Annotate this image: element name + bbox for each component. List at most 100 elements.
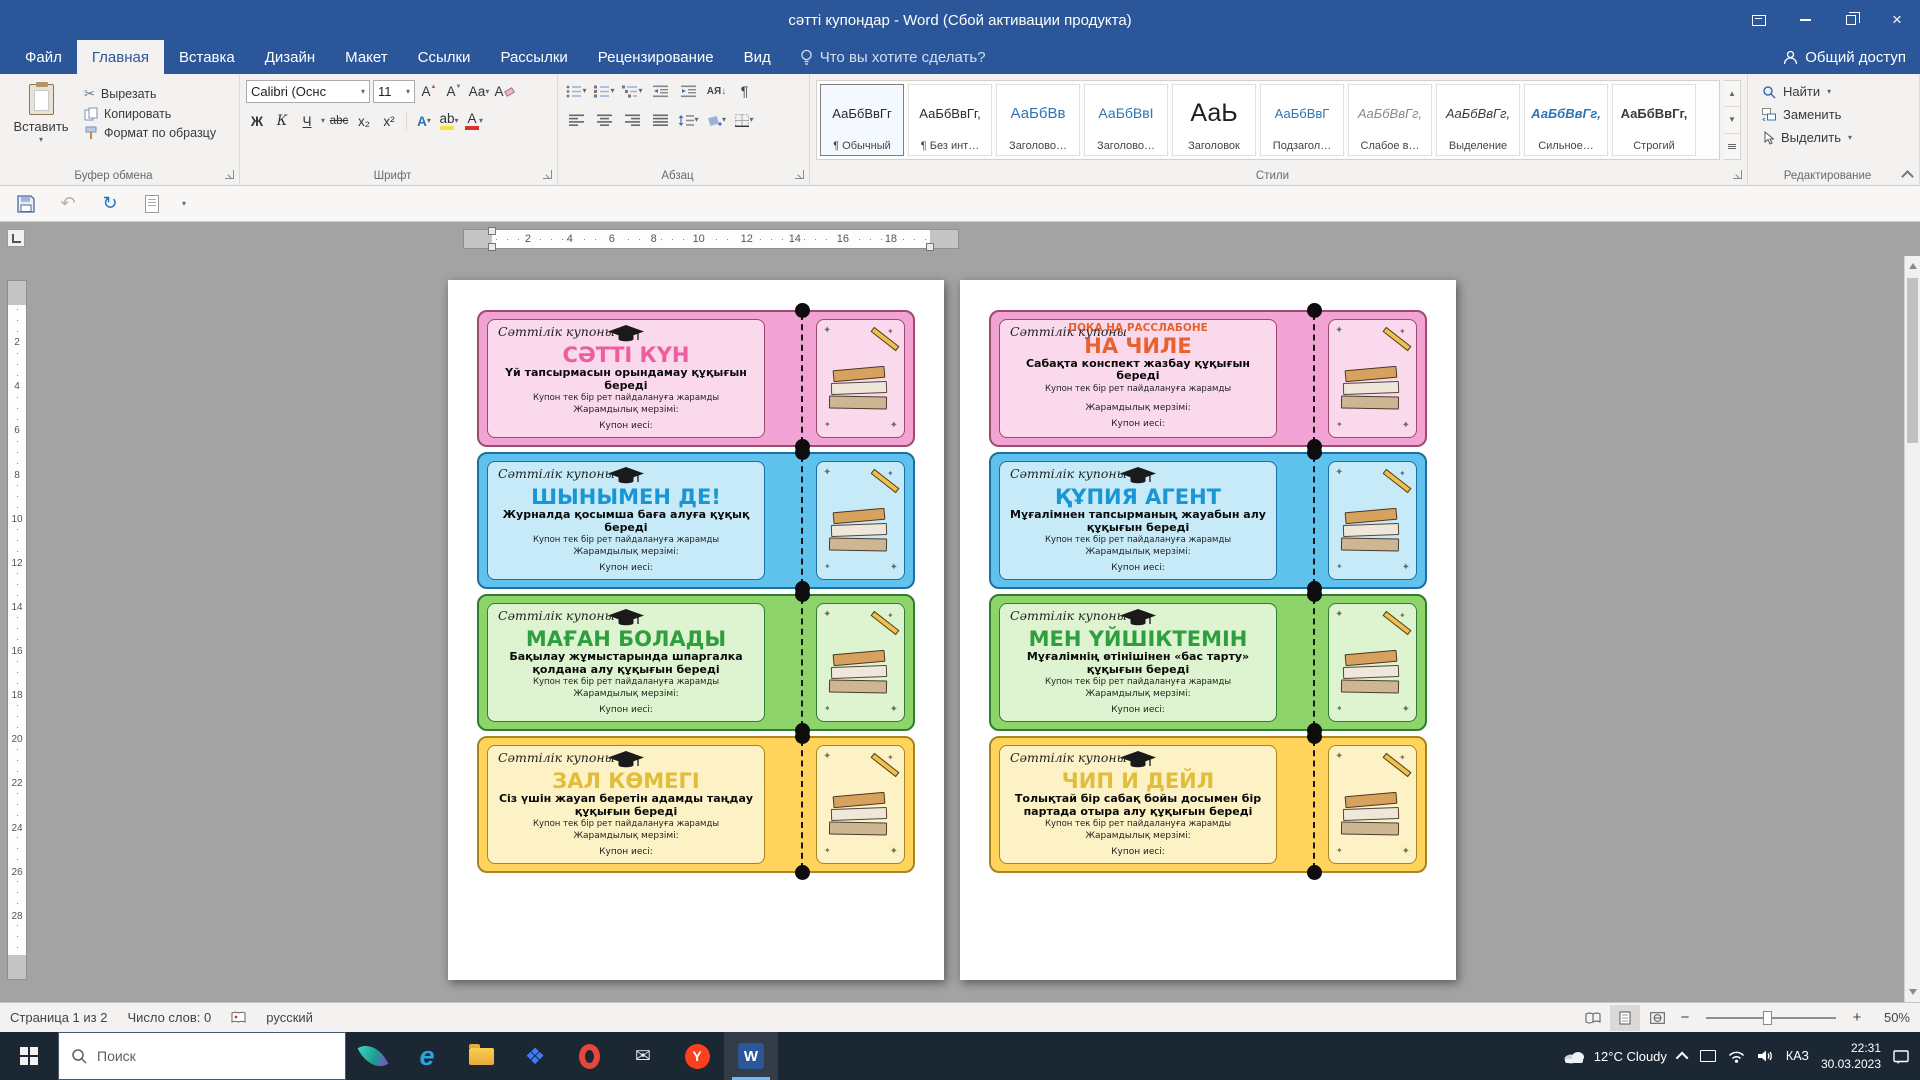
style-item-3[interactable]: АаБбВвІЗаголово… (1084, 84, 1168, 156)
paste-dropdown-icon[interactable] (39, 136, 43, 144)
taskbar-mail[interactable] (616, 1032, 670, 1080)
replace-button[interactable]: Заменить (1754, 103, 1913, 126)
italic-button[interactable]: К (271, 110, 293, 132)
clock[interactable]: 22:31 30.03.2023 (1821, 1040, 1881, 1072)
paragraph-dialog-launcher-icon[interactable] (795, 170, 804, 179)
justify-button[interactable] (648, 109, 673, 131)
tell-me-box[interactable]: Что вы хотите сделать? (800, 40, 986, 74)
style-item-9[interactable]: АаБбВвГг,Строгий (1612, 84, 1696, 156)
zoom-slider[interactable] (1706, 1017, 1836, 1019)
bold-button[interactable]: Ж (246, 110, 268, 132)
scroll-up-icon[interactable] (1909, 263, 1917, 269)
numbering-button[interactable] (592, 80, 617, 102)
tab-references[interactable]: Ссылки (403, 40, 486, 74)
font-size-combo[interactable]: 11 (373, 80, 415, 103)
taskbar-file-explorer[interactable] (454, 1032, 508, 1080)
bullets-button[interactable] (564, 80, 589, 102)
grow-font-button[interactable]: А (418, 81, 440, 103)
find-button[interactable]: Найти (1754, 80, 1913, 103)
style-item-2[interactable]: АаБбВвЗаголово… (996, 84, 1080, 156)
zoom-slider-thumb[interactable] (1763, 1011, 1772, 1025)
styles-dialog-launcher-icon[interactable] (1733, 170, 1742, 179)
increase-indent-button[interactable] (676, 80, 701, 102)
align-left-button[interactable] (564, 109, 589, 131)
right-indent-marker[interactable] (926, 243, 934, 251)
select-button[interactable]: Выделить (1754, 126, 1913, 149)
styles-more-icon[interactable] (1724, 134, 1740, 159)
vertical-scrollbar[interactable] (1904, 256, 1920, 1002)
line-spacing-button[interactable] (676, 109, 701, 131)
zoom-level[interactable]: 50% (1870, 1010, 1910, 1025)
taskbar-opera[interactable] (562, 1032, 616, 1080)
start-button[interactable] (0, 1032, 58, 1080)
font-color-button[interactable]: А (463, 110, 485, 132)
style-item-5[interactable]: АаБбВвГПодзагол… (1260, 84, 1344, 156)
minimize-button[interactable] (1782, 0, 1828, 40)
superscript-button[interactable]: x² (378, 110, 400, 132)
style-item-4[interactable]: АаЬЗаголовок (1172, 84, 1256, 156)
clear-formatting-button[interactable]: А (493, 81, 515, 103)
tray-expand-icon[interactable] (1676, 1051, 1689, 1064)
style-item-0[interactable]: АаБбВвГг¶ Обычный (820, 84, 904, 156)
align-right-button[interactable] (620, 109, 645, 131)
print-layout-button[interactable] (1610, 1005, 1640, 1031)
clipboard-dialog-launcher-icon[interactable] (225, 170, 234, 179)
tab-file[interactable]: Файл (10, 40, 77, 74)
qat-customize-icon[interactable] (182, 200, 186, 208)
language-tray-indicator[interactable]: КАЗ (1786, 1049, 1809, 1063)
close-button[interactable]: × (1874, 0, 1920, 40)
cut-button[interactable]: Вырезать (84, 86, 216, 102)
font-dialog-launcher-icon[interactable] (543, 170, 552, 179)
text-effects-button[interactable]: А (413, 110, 435, 132)
styles-scroll-down-icon[interactable]: ▼ (1724, 107, 1740, 133)
strikethrough-button[interactable]: abc (328, 110, 350, 132)
change-case-button[interactable]: Аа (468, 81, 490, 103)
touch-mode-button[interactable] (140, 192, 164, 216)
subscript-button[interactable]: x₂ (353, 110, 375, 132)
network-icon[interactable] (1728, 1050, 1745, 1063)
taskbar-word[interactable] (724, 1032, 778, 1080)
decrease-indent-button[interactable] (648, 80, 673, 102)
tab-view[interactable]: Вид (729, 40, 786, 74)
sort-button[interactable]: АЯ (704, 80, 729, 102)
display-tray-icon[interactable] (1700, 1050, 1716, 1062)
word-count[interactable]: Число слов: 0 (117, 1010, 221, 1025)
weather-widget[interactable]: 12°C Cloudy (1562, 1049, 1667, 1064)
read-mode-button[interactable] (1578, 1005, 1608, 1031)
taskbar-dropbox[interactable] (508, 1032, 562, 1080)
tab-insert[interactable]: Вставка (164, 40, 250, 74)
tab-mailings[interactable]: Рассылки (485, 40, 582, 74)
style-item-8[interactable]: АаБбВвГг,Сильное… (1524, 84, 1608, 156)
show-marks-button[interactable]: ¶ (732, 80, 757, 102)
zoom-out-button[interactable] (1674, 1005, 1696, 1031)
share-button[interactable]: Общий доступ (1783, 40, 1906, 74)
align-center-button[interactable] (592, 109, 617, 131)
page-2[interactable]: Сәттілік купоны ПОКА НА РАССЛАБОНЕ НА ЧИ… (960, 280, 1456, 980)
paste-button[interactable]: Вставить (6, 80, 76, 163)
scroll-down-icon[interactable] (1909, 989, 1917, 995)
tab-design[interactable]: Дизайн (250, 40, 330, 74)
shading-button[interactable] (704, 109, 729, 131)
borders-button[interactable] (732, 109, 757, 131)
format-painter-button[interactable]: Формат по образцу (84, 126, 216, 140)
volume-icon[interactable] (1757, 1049, 1774, 1063)
page-1[interactable]: Сәттілік купоны СӘТТІ КҮН Үй тапсырмасын… (448, 280, 944, 980)
taskbar-yandex[interactable] (670, 1032, 724, 1080)
web-layout-button[interactable] (1642, 1005, 1672, 1031)
page-indicator[interactable]: Страница 1 из 2 (0, 1010, 117, 1025)
redo-button[interactable] (98, 192, 122, 216)
language-indicator[interactable]: русский (256, 1010, 323, 1025)
font-size-dropdown-icon[interactable] (406, 88, 410, 96)
underline-dropdown-icon[interactable] (321, 117, 325, 125)
style-item-6[interactable]: АаБбВвГг,Слабое в… (1348, 84, 1432, 156)
tab-layout[interactable]: Макет (330, 40, 402, 74)
font-family-dropdown-icon[interactable] (361, 88, 365, 96)
undo-button[interactable] (56, 192, 80, 216)
ribbon-display-options-icon[interactable] (1736, 0, 1782, 40)
shrink-font-button[interactable]: А (443, 81, 465, 103)
underline-button[interactable]: Ч (296, 110, 318, 132)
highlight-button[interactable]: ab (438, 110, 460, 132)
style-item-1[interactable]: АаБбВвГг,¶ Без инт… (908, 84, 992, 156)
tab-selector[interactable] (7, 229, 25, 247)
taskbar-edge[interactable] (400, 1032, 454, 1080)
